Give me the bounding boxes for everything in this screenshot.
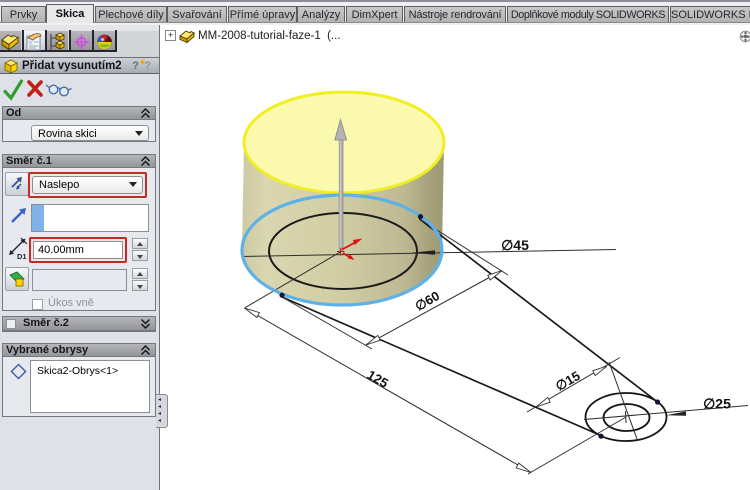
svg-text:125: 125 — [365, 367, 391, 391]
svg-text:∅15: ∅15 — [553, 368, 583, 394]
svg-text:D1: D1 — [17, 252, 27, 260]
svg-text:∅25: ∅25 — [703, 396, 731, 412]
svg-text:∅45: ∅45 — [501, 237, 529, 253]
svg-text:∅60: ∅60 — [412, 288, 442, 314]
